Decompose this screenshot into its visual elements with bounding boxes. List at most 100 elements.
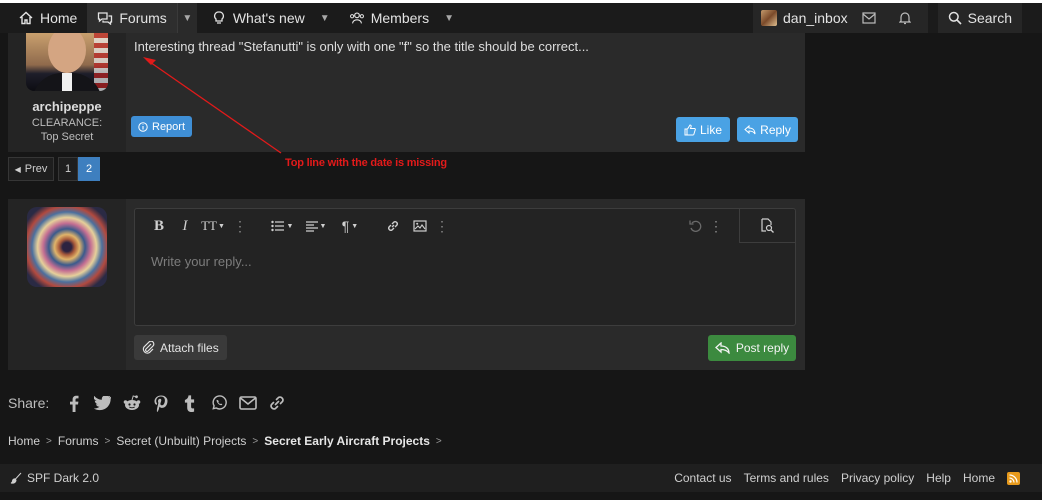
align-icon[interactable]: ▼ <box>303 209 329 243</box>
pagination: ◀ Prev 1 2 <box>8 157 100 181</box>
post-username[interactable]: archipeppe <box>8 99 126 114</box>
preview-icon <box>761 218 774 233</box>
post-reply-button[interactable]: Post reply <box>708 335 796 361</box>
comments-icon <box>97 10 113 26</box>
account-username: dan_inbox <box>783 10 848 26</box>
twitter-icon[interactable] <box>88 392 117 414</box>
footer-contact-us[interactable]: Contact us <box>674 471 731 485</box>
nav-members-label: Members <box>370 10 430 26</box>
tumblr-icon[interactable] <box>175 392 204 414</box>
breadcrumb-forums[interactable]: Forums <box>58 434 99 448</box>
reply-icon <box>714 342 730 354</box>
avatar <box>761 10 778 26</box>
nav-members[interactable]: Members <box>339 3 439 33</box>
post-body: Interesting thread "Stefanutti" is only … <box>134 39 589 54</box>
home-icon <box>18 10 34 26</box>
image-icon[interactable] <box>410 209 430 243</box>
share-row: Share: <box>8 392 291 414</box>
chevron-right-icon: > <box>104 435 111 447</box>
alerts-button[interactable] <box>890 3 920 33</box>
lightbulb-icon <box>211 10 227 26</box>
like-label: Like <box>699 122 722 137</box>
more-insert-icon[interactable]: ⋮ <box>435 209 449 243</box>
avatar <box>27 207 107 287</box>
more-options-icon[interactable]: ⋮ <box>233 209 247 243</box>
footer-links: Contact us Terms and rules Privacy polic… <box>674 464 1020 492</box>
chevron-right-icon: > <box>435 435 442 447</box>
italic-icon[interactable]: I <box>175 209 195 243</box>
footer-help[interactable]: Help <box>926 471 951 485</box>
page-link-1[interactable]: 1 <box>58 157 78 181</box>
whats-new-dropdown-toggle[interactable]: ▼ <box>315 3 335 33</box>
report-label: Report <box>152 120 186 133</box>
bell-icon <box>898 12 911 25</box>
nav-whats-new-label: What's new <box>232 10 305 26</box>
reply-button[interactable]: Reply <box>737 117 798 142</box>
breadcrumb-secret-unbuilt-projects[interactable]: Secret (Unbuilt) Projects <box>116 434 246 448</box>
whatsapp-icon[interactable] <box>204 392 233 414</box>
share-label: Share: <box>8 395 50 411</box>
thumbs-up-icon <box>684 123 696 135</box>
footer-privacy[interactable]: Privacy policy <box>841 471 914 485</box>
reply-input-placeholder: Write your reply... <box>151 254 252 269</box>
link-icon[interactable] <box>262 392 291 414</box>
breadcrumb: Home > Forums > Secret (Unbuilt) Project… <box>8 434 442 448</box>
pinterest-icon[interactable] <box>146 392 175 414</box>
breadcrumb-home[interactable]: Home <box>8 434 40 448</box>
footer-terms[interactable]: Terms and rules <box>744 471 829 485</box>
post-user-title: CLEARANCE: Top Secret <box>31 117 103 143</box>
reply-icon <box>744 124 756 134</box>
nav-forums[interactable]: Forums <box>87 3 177 33</box>
attach-files-label: Attach files <box>160 340 219 355</box>
facebook-icon[interactable] <box>59 392 88 414</box>
envelope-icon <box>862 12 876 24</box>
chevron-right-icon: > <box>252 435 259 447</box>
avatar[interactable] <box>26 33 108 91</box>
chevron-down-icon: ▼ <box>182 12 193 24</box>
paragraph-icon[interactable]: ¶ ▼ <box>337 209 363 243</box>
editor-toolbar: B I TT ▼ ⋮ ▼ ▼ ¶ ▼ ⋮ ⋮ <box>135 209 795 243</box>
email-icon[interactable] <box>233 392 262 414</box>
style-label: SPF Dark 2.0 <box>27 471 100 485</box>
link-icon[interactable] <box>383 209 403 243</box>
inbox-button[interactable] <box>854 3 884 33</box>
account-menu[interactable]: dan_inbox <box>753 3 928 33</box>
prev-page-button[interactable]: ◀ Prev <box>8 157 54 181</box>
search-button[interactable]: Search <box>937 3 1022 33</box>
post-reply-label: Post reply <box>735 341 790 355</box>
search-label: Search <box>967 10 1012 26</box>
more-history-icon[interactable]: ⋮ <box>709 209 723 243</box>
text-size-icon[interactable]: TT ▼ <box>199 209 227 243</box>
nav-whats-new[interactable]: What's new <box>201 3 315 33</box>
rss-icon[interactable] <box>1007 471 1020 485</box>
footer: SPF Dark 2.0 Contact us Terms and rules … <box>0 464 1042 492</box>
undo-icon[interactable] <box>685 209 705 243</box>
reply-user-column <box>8 199 126 370</box>
quick-reply: B I TT ▼ ⋮ ▼ ▼ ¶ ▼ ⋮ ⋮ Write your reply.… <box>8 199 805 370</box>
reddit-icon[interactable] <box>117 392 146 414</box>
post-user-column: archipeppe CLEARANCE: Top Secret <box>8 33 126 152</box>
like-button[interactable]: Like <box>676 117 730 142</box>
forums-dropdown-toggle[interactable]: ▼ <box>176 3 197 33</box>
caret-left-icon: ◀ <box>14 164 21 174</box>
breadcrumb-secret-early-aircraft-projects[interactable]: Secret Early Aircraft Projects <box>264 434 430 448</box>
list-icon[interactable]: ▼ <box>269 209 295 243</box>
preview-toggle[interactable] <box>739 209 795 243</box>
paperclip-icon <box>142 341 155 354</box>
nav-forums-label: Forums <box>119 10 167 26</box>
reply-editor[interactable]: B I TT ▼ ⋮ ▼ ▼ ¶ ▼ ⋮ ⋮ Write your reply.… <box>134 208 796 326</box>
page-link-2[interactable]: 2 <box>78 157 100 181</box>
nav-home[interactable]: Home <box>8 3 87 33</box>
style-chooser[interactable]: SPF Dark 2.0 <box>10 464 99 492</box>
bottom-border <box>0 492 1042 500</box>
annotation-text: Top line with the date is missing <box>285 157 447 169</box>
attach-files-button[interactable]: Attach files <box>134 335 227 360</box>
info-circle-icon <box>138 121 148 132</box>
bold-icon[interactable]: B <box>149 209 169 243</box>
search-icon <box>948 11 962 25</box>
report-button[interactable]: Report <box>131 116 193 137</box>
prev-label: Prev <box>24 163 48 175</box>
nav-tabs: Home Forums ▼ What's new ▼ Members ▼ <box>8 3 459 33</box>
members-dropdown-toggle[interactable]: ▼ <box>439 3 459 33</box>
footer-home[interactable]: Home <box>963 471 995 485</box>
